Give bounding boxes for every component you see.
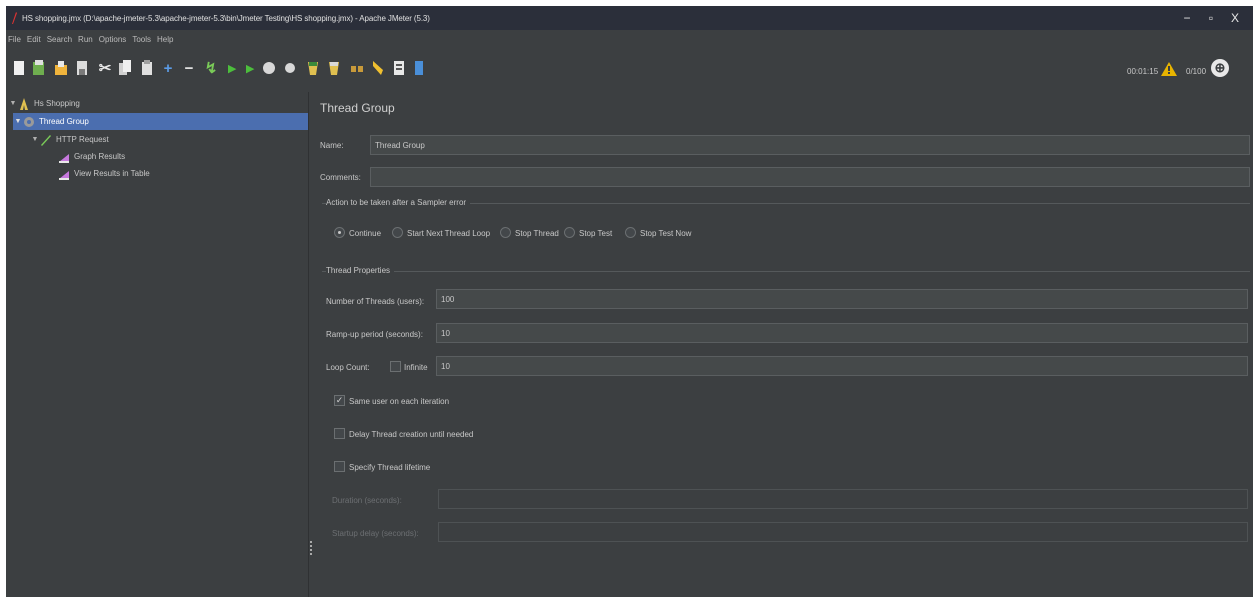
help-icon[interactable] [410, 57, 428, 79]
radio-continue[interactable] [334, 227, 345, 238]
delay-thread-label[interactable]: Delay Thread creation until needed [349, 430, 473, 439]
name-field[interactable]: Thread Group [370, 135, 1250, 155]
reset-search-icon[interactable] [369, 57, 387, 79]
shutdown-icon[interactable] [281, 57, 299, 79]
tree-node-view-results-table[interactable]: View Results in Table [58, 165, 150, 182]
startup-delay-field [438, 522, 1248, 542]
menu-bar: File Edit Search Run Options Tools Help [6, 30, 1253, 48]
radio-stop-test-label[interactable]: Stop Test [579, 229, 612, 238]
loop-count-field[interactable]: 10 [436, 356, 1248, 376]
rampup-field[interactable]: 10 [436, 323, 1248, 343]
startup-delay-label: Startup delay (seconds): [332, 529, 419, 538]
name-label: Name: [320, 141, 344, 150]
delay-thread-checkbox[interactable] [334, 428, 345, 439]
collapse-arrow-icon[interactable]: ▼ [13, 118, 23, 125]
tree-label-http-request: HTTP Request [56, 135, 109, 144]
splitter-grip-icon[interactable] [310, 541, 312, 555]
same-user-checkbox[interactable]: ✓ [334, 395, 345, 406]
test-plan-tree[interactable]: ▼ Hs Shopping ▼ Thread Group ▼ HTTP Requ… [6, 92, 308, 597]
tree-node-graph-results[interactable]: Graph Results [58, 148, 125, 165]
radio-start-next-loop-label[interactable]: Start Next Thread Loop [407, 229, 490, 238]
tree-label-view-results-table: View Results in Table [74, 169, 150, 178]
warning-icon[interactable] [1161, 62, 1177, 76]
title-bar: HS shopping.jmx (D:\apache-jmeter-5.3\ap… [6, 6, 1253, 30]
radio-stop-test-now-label[interactable]: Stop Test Now [640, 229, 691, 238]
tree-label-graph-results: Graph Results [74, 152, 126, 161]
open-icon[interactable] [52, 57, 70, 79]
save-icon[interactable] [73, 57, 91, 79]
window-title: HS shopping.jmx (D:\apache-jmeter-5.3\ap… [22, 13, 430, 23]
menu-edit[interactable]: Edit [27, 35, 41, 44]
duration-field [438, 489, 1248, 509]
group-border [322, 271, 1250, 272]
elapsed-time: 00:01:15 [1127, 67, 1159, 76]
jmeter-feather-icon [12, 12, 17, 24]
radio-stop-thread-label[interactable]: Stop Thread [515, 229, 559, 238]
start-no-pauses-icon[interactable]: ▸ [241, 57, 259, 79]
tree-label-thread-group: Thread Group [39, 117, 89, 126]
menu-run[interactable]: Run [78, 35, 93, 44]
tree-node-thread-group[interactable]: ▼ Thread Group [13, 113, 308, 130]
start-icon[interactable]: ▸ [223, 57, 241, 79]
cut-icon[interactable]: ✂ [96, 57, 114, 79]
stop-icon[interactable] [260, 57, 278, 79]
radio-start-next-loop[interactable] [392, 227, 403, 238]
panel-title: Thread Group [320, 101, 395, 115]
loop-count-label: Loop Count: [326, 363, 370, 372]
radio-stop-thread[interactable] [500, 227, 511, 238]
paste-icon[interactable] [138, 57, 156, 79]
collapse-icon[interactable]: − [180, 57, 198, 79]
menu-tools[interactable]: Tools [132, 35, 151, 44]
listener-chart-icon [58, 151, 70, 163]
tree-node-http-request[interactable]: ▼ HTTP Request [30, 131, 109, 148]
menu-options[interactable]: Options [99, 35, 127, 44]
collapse-arrow-icon[interactable]: ▼ [30, 136, 40, 143]
sampler-error-title: Action to be taken after a Sampler error [326, 198, 471, 207]
radio-stop-test[interactable] [564, 227, 575, 238]
templates-icon[interactable] [30, 57, 48, 79]
rampup-label: Ramp-up period (seconds): [326, 330, 423, 339]
specify-lifetime-checkbox[interactable] [334, 461, 345, 472]
menu-search[interactable]: Search [47, 35, 72, 44]
same-user-label[interactable]: Same user on each iteration [349, 397, 449, 406]
thread-props-title: Thread Properties [326, 266, 395, 275]
copy-icon[interactable] [116, 57, 134, 79]
clear-all-icon[interactable] [325, 57, 343, 79]
radio-stop-test-now[interactable] [625, 227, 636, 238]
duration-label: Duration (seconds): [332, 496, 402, 505]
radio-continue-label[interactable]: Continue [349, 229, 381, 238]
jmeter-window: HS shopping.jmx (D:\apache-jmeter-5.3\ap… [6, 6, 1253, 597]
sampler-pencil-icon [40, 134, 52, 146]
specify-lifetime-label[interactable]: Specify Thread lifetime [349, 463, 430, 472]
comments-label: Comments: [320, 173, 361, 182]
num-threads-field[interactable]: 100 [436, 289, 1248, 309]
thread-group-panel: Thread Group Name: Thread Group Comments… [314, 92, 1253, 597]
function-helper-icon[interactable] [390, 57, 408, 79]
toolbar: ✂ + − ↯ ▸ ▸ 00:01:15 0/100 ⊕ [6, 48, 1253, 90]
num-threads-label: Number of Threads (users): [326, 297, 425, 306]
tree-node-test-plan[interactable]: ▼ Hs Shopping [8, 95, 80, 112]
new-icon[interactable] [10, 57, 28, 79]
clear-icon[interactable] [304, 57, 322, 79]
expand-icon[interactable]: + [159, 57, 177, 79]
tree-label-root: Hs Shopping [34, 99, 80, 108]
listener-chart-icon [58, 168, 70, 180]
close-button[interactable]: X [1221, 6, 1249, 30]
remote-start-icon[interactable]: ⊕ [1211, 59, 1229, 77]
toggle-icon[interactable]: ↯ [202, 57, 220, 79]
active-threads: 0/100 [1186, 67, 1207, 76]
infinite-checkbox[interactable] [390, 361, 401, 372]
comments-field[interactable] [370, 167, 1250, 187]
thread-group-gear-icon [23, 116, 35, 128]
menu-file[interactable]: File [8, 35, 21, 44]
menu-help[interactable]: Help [157, 35, 173, 44]
test-plan-icon [18, 97, 30, 110]
collapse-arrow-icon[interactable]: ▼ [8, 100, 18, 107]
infinite-label[interactable]: Infinite [404, 363, 428, 372]
search-icon[interactable] [348, 57, 366, 79]
